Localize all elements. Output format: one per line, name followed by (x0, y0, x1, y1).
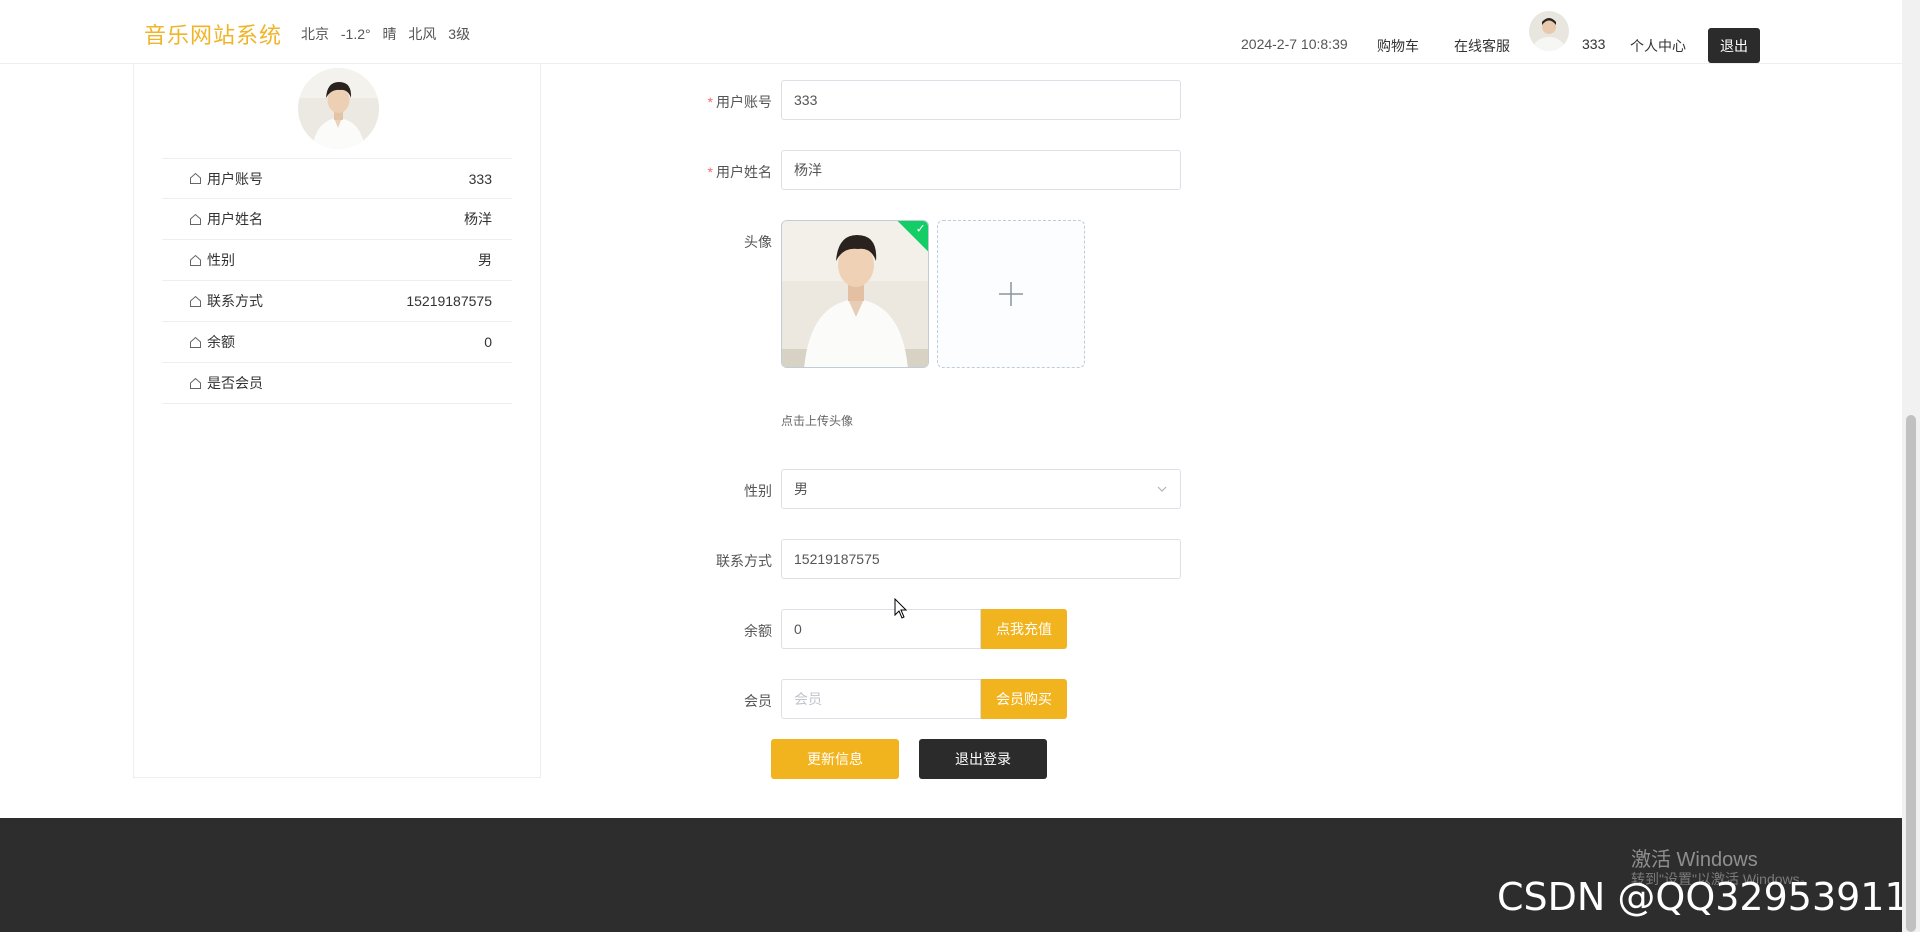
member-buy-button[interactable]: 会员购买 (981, 679, 1067, 719)
list-item: 用户账号 333 (162, 158, 512, 199)
info-label-name: 用户姓名 (207, 211, 263, 227)
home-icon (190, 295, 201, 307)
site-logo[interactable]: 音乐网站系统 (144, 18, 282, 50)
member-label: 会员 (744, 693, 772, 709)
balance-input[interactable]: 0 (781, 609, 981, 649)
weather-temp: -1.2° (340, 26, 371, 42)
upload-tip: 点击上传头像 (781, 414, 854, 428)
profile-panel: 用户账号 333 用户姓名 杨洋 性别 男 联系方式 15219187575 余… (133, 64, 541, 778)
member-input[interactable]: 会员 (781, 679, 981, 719)
recharge-button[interactable]: 点我充值 (981, 609, 1067, 649)
nav-service-link[interactable]: 在线客服 (1454, 36, 1510, 56)
gender-selected-value: 男 (794, 481, 808, 497)
weather-level: 3级 (448, 26, 471, 42)
info-label-gender: 性别 (207, 252, 235, 268)
name-label: * 用户姓名 (707, 164, 772, 180)
gender-select[interactable]: 男 (781, 469, 1181, 509)
account-input[interactable]: 333 (781, 80, 1181, 120)
top-header: 音乐网站系统 北京 -1.2° 晴 北风 3级 2024-2-7 10:8:39… (0, 0, 1902, 64)
logout-account-button[interactable]: 退出登录 (919, 739, 1047, 779)
chevron-down-icon (1157, 486, 1167, 492)
csdn-watermark: CSDN @QQ3295391197 (1497, 875, 1920, 919)
nav-cart-link[interactable]: 购物车 (1377, 36, 1419, 56)
info-label-balance: 余额 (207, 334, 235, 350)
name-input[interactable]: 杨洋 (781, 150, 1181, 190)
list-item: 是否会员 (162, 363, 512, 404)
home-icon (190, 172, 201, 184)
info-value-name: 杨洋 (464, 211, 492, 227)
list-item: 用户姓名 杨洋 (162, 199, 512, 240)
info-label-member: 是否会员 (207, 375, 263, 391)
update-info-button[interactable]: 更新信息 (771, 739, 899, 779)
list-item: 联系方式 15219187575 (162, 281, 512, 322)
info-value-balance: 0 (484, 334, 492, 350)
profile-info-list: 用户账号 333 用户姓名 杨洋 性别 男 联系方式 15219187575 余… (162, 158, 512, 404)
gender-label: 性别 (744, 483, 772, 499)
list-item: 性别 男 (162, 240, 512, 281)
scrollbar-thumb[interactable] (1906, 415, 1916, 932)
info-label-account: 用户账号 (207, 170, 263, 187)
list-item: 余额 0 (162, 322, 512, 363)
info-value-phone: 15219187575 (406, 293, 492, 309)
account-label: * 用户账号 (707, 94, 772, 110)
header-logout-button[interactable]: 退出 (1708, 28, 1760, 63)
balance-label: 余额 (744, 623, 772, 639)
home-icon (190, 377, 201, 389)
info-value-account: 333 (468, 170, 492, 187)
home-icon (190, 336, 201, 348)
check-icon: ✓ (915, 221, 926, 236)
page-scrollbar[interactable] (1902, 0, 1920, 932)
phone-input[interactable]: 15219187575 (781, 539, 1181, 579)
current-datetime: 2024-2-7 10:8:39 (1241, 36, 1348, 52)
uploaded-avatar-image[interactable]: ✓ (781, 220, 929, 368)
nav-personal-center[interactable]: 个人中心 (1630, 36, 1686, 56)
windows-activation-title: 激活 Windows (1631, 849, 1758, 871)
plus-icon (999, 282, 1023, 306)
weather-condition: 晴 (382, 26, 397, 42)
profile-avatar (298, 68, 379, 149)
info-label-phone: 联系方式 (207, 293, 263, 309)
mouse-cursor-icon (894, 598, 908, 619)
avatar-upload-button[interactable] (937, 220, 1085, 368)
phone-label: 联系方式 (716, 553, 772, 569)
weather-widget: 北京 -1.2° 晴 北风 3级 (301, 24, 478, 44)
info-value-gender: 男 (478, 252, 492, 268)
header-avatar[interactable] (1529, 11, 1569, 51)
home-icon (190, 254, 201, 266)
weather-wind: 北风 (408, 26, 437, 42)
weather-city: 北京 (301, 26, 329, 42)
home-icon (190, 213, 201, 225)
header-username[interactable]: 333 (1582, 36, 1605, 52)
avatar-label: 头像 (744, 234, 772, 250)
